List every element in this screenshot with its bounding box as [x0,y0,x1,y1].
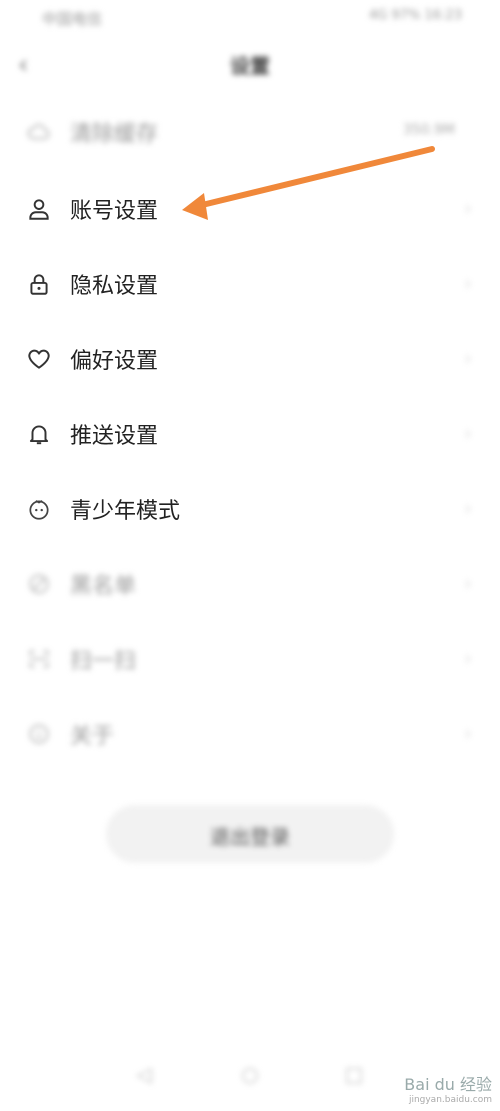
watermark-brand: Bai du 经验 [404,1075,492,1094]
watermark: Bai du 经验 jingyan.baidu.com [404,1071,492,1105]
watermark-url: jingyan.baidu.com [408,1095,492,1105]
annotation-arrow [182,146,435,220]
